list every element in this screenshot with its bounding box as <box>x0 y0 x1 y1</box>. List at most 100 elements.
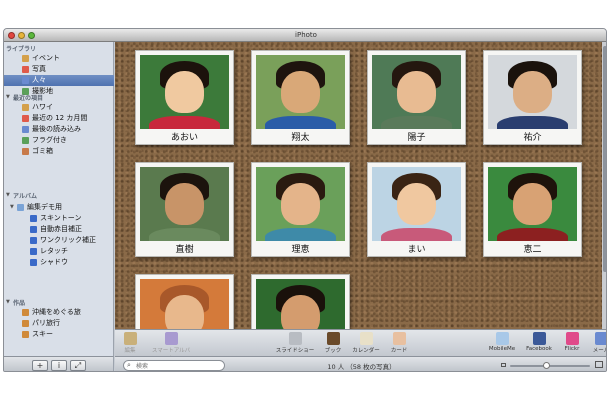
face-shape <box>164 183 205 225</box>
albums-header: アルバム <box>13 193 37 200</box>
flag-icon <box>22 137 29 144</box>
sidebar-item-recent-4[interactable]: ゴミ箱 <box>4 146 114 157</box>
clothing-shape <box>380 115 453 129</box>
sidebar-item-albums-4[interactable]: シャドウ <box>4 257 114 268</box>
sidebar-item-recent-1[interactable]: 最近の 12 カ月間 <box>4 113 114 124</box>
sidebar-item-projects-2[interactable]: スキー <box>4 329 114 340</box>
sidebar-item-library-2[interactable]: 人々 <box>4 75 114 86</box>
face-photo[interactable] <box>140 167 229 241</box>
smart-album-icon <box>164 332 178 345</box>
sidebar-item-albums-3[interactable]: レタッチ <box>4 246 114 257</box>
zoom-slider-knob[interactable] <box>543 362 550 369</box>
disclosure-triangle-icon[interactable]: ▼ <box>6 94 10 100</box>
calendar-icon <box>22 115 29 122</box>
sidebar-item-recent-3[interactable]: フラグ付き <box>4 135 114 146</box>
face-photo[interactable] <box>256 167 345 241</box>
edit-icon <box>123 332 137 345</box>
source-list: ライブラリ イベント 写真 人々 撮影地 ▼ 最近の項目 ハワイ 最近の 12 カ月間最… <box>4 42 114 356</box>
clothing-shape <box>148 115 221 129</box>
folder-icon <box>17 204 24 211</box>
album-icon <box>30 215 37 222</box>
fullscreen-button[interactable]: ⤢ <box>70 360 86 371</box>
events-icon <box>22 55 29 62</box>
mobileme-icon <box>495 332 509 345</box>
sidebar-footer: + i ⤢ <box>4 356 114 371</box>
face-name: 理恵 <box>291 245 310 255</box>
disclosure-triangle-icon[interactable]: ▼ <box>6 299 10 305</box>
face-shape <box>164 71 205 113</box>
album-icon <box>22 320 29 327</box>
sidebar-item-library-0[interactable]: イベント <box>4 53 114 64</box>
face-photo[interactable] <box>140 55 229 129</box>
face-shape <box>280 183 321 225</box>
face-card[interactable]: 理恵 <box>251 162 350 257</box>
clothing-shape <box>264 115 337 129</box>
sidebar-item-projects-0[interactable]: 沖縄をめぐる旅 <box>4 307 114 318</box>
face-card[interactable]: あおい <box>135 50 234 145</box>
disclosure-triangle-icon[interactable]: ▼ <box>6 192 10 198</box>
face-card[interactable]: 恵二 <box>483 162 582 257</box>
corkboard-face-grid: あおい 翔太 陽子 祐介直樹 理恵 まい 恵二 <box>115 42 606 369</box>
sidebar-item-albums-0[interactable]: スキントーン <box>4 213 114 224</box>
recent-header: 最近の項目 <box>13 95 44 102</box>
face-photo[interactable] <box>488 55 577 129</box>
face-name: 直樹 <box>175 245 194 255</box>
mobileme-button[interactable]: MobileMe <box>482 332 522 352</box>
trash-icon <box>22 148 29 155</box>
library-header: ライブラリ <box>6 46 37 53</box>
face-photo[interactable] <box>256 55 345 129</box>
slideshow-button[interactable]: スライドショー <box>275 332 315 354</box>
face-name: 祐介 <box>523 133 542 143</box>
info-button[interactable]: i <box>51 360 67 371</box>
title-bar[interactable]: iPhoto <box>4 29 606 42</box>
sidebar-folder-edit-demo[interactable]: ▼ 編集デモ用 <box>4 202 114 213</box>
large-thumbnail-icon <box>595 361 603 368</box>
mail-button[interactable]: メール <box>581 332 606 354</box>
face-card[interactable]: 直樹 <box>135 162 234 257</box>
add-button[interactable]: + <box>32 360 48 371</box>
face-card[interactable]: まい <box>367 162 466 257</box>
mail-icon <box>594 332 606 345</box>
card-icon <box>392 332 406 345</box>
card-button[interactable]: カード <box>379 332 419 354</box>
status-bar: ⌕ 10 人 （58 枚の写真） <box>115 356 606 371</box>
face-card[interactable]: 翔太 <box>251 50 350 145</box>
photos-icon <box>22 66 29 73</box>
album-icon <box>22 309 29 316</box>
face-name: まい <box>407 245 426 255</box>
zoom-slider[interactable] <box>510 365 590 367</box>
import-icon <box>22 126 29 133</box>
scrollbar-thumb[interactable] <box>603 46 606 272</box>
clothing-shape <box>264 227 337 241</box>
vertical-scrollbar[interactable] <box>602 42 606 329</box>
clothing-shape <box>148 227 221 241</box>
facebook-icon <box>532 332 546 345</box>
calendar-icon <box>359 332 373 345</box>
sidebar-item-albums-1[interactable]: 自動赤目補正 <box>4 224 114 235</box>
sidebar-item-recent-2[interactable]: 最後の読み込み <box>4 124 114 135</box>
face-photo[interactable] <box>372 167 461 241</box>
sidebar-item-projects-1[interactable]: パリ旅行 <box>4 318 114 329</box>
face-photo[interactable] <box>488 167 577 241</box>
face-shape <box>512 183 553 225</box>
projects-header: 作品 <box>13 300 26 307</box>
album-icon <box>30 259 37 266</box>
face-shape <box>396 183 437 225</box>
face-card[interactable]: 祐介 <box>483 50 582 145</box>
face-shape <box>280 71 321 113</box>
album-icon <box>30 226 37 233</box>
book-icon <box>326 332 340 345</box>
sidebar-item-recent-0[interactable]: ハワイ <box>4 102 114 113</box>
face-card[interactable]: 陽子 <box>367 50 466 145</box>
album-icon <box>30 248 37 255</box>
face-name: 陽子 <box>407 133 426 143</box>
sidebar-item-library-1[interactable]: 写真 <box>4 64 114 75</box>
sidebar-item-albums-2[interactable]: ワンクリック補正 <box>4 235 114 246</box>
small-thumbnail-icon <box>501 363 506 367</box>
face-photo[interactable] <box>372 55 461 129</box>
clothing-shape <box>380 227 453 241</box>
face-name: 恵二 <box>523 245 542 255</box>
face-shape <box>396 71 437 113</box>
edit-button[interactable]: 編集 <box>110 332 150 354</box>
face-name: 翔太 <box>291 133 310 143</box>
